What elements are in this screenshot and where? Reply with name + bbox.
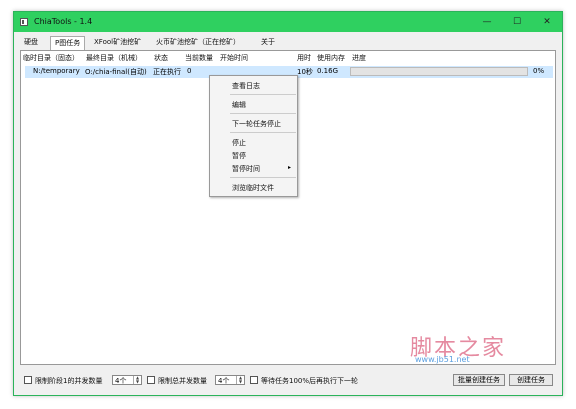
row-count: 0 — [187, 67, 192, 75]
menu-separator — [230, 132, 296, 133]
phase1-value: 4个 — [115, 377, 127, 385]
menu-pause[interactable]: 暂停 — [232, 151, 246, 161]
watermark-url: www.jb51.net — [415, 355, 470, 364]
row-temp-dir: N:/temporary — [33, 67, 80, 75]
phase1-stepper[interactable]: 4个 ▲ ▼ — [112, 375, 142, 385]
tab-bar: 硬盘 P图任务 XFool矿池挖矿 火币矿池挖矿（正在挖矿） 关于 — [14, 36, 562, 51]
limit-phase1-checkbox[interactable] — [24, 376, 32, 384]
col-final-dir[interactable]: 最终目录（机械） — [86, 53, 142, 63]
col-elapsed[interactable]: 用时 — [297, 53, 311, 63]
menu-pause-time[interactable]: 暂停时间 — [232, 164, 260, 174]
limit-total-label: 限制总并发数量 — [158, 377, 207, 385]
col-status[interactable]: 状态 — [154, 53, 168, 63]
tab-disk[interactable]: 硬盘 — [20, 36, 42, 49]
menu-separator — [230, 94, 296, 95]
menu-view-log[interactable]: 查看日志 — [232, 81, 260, 91]
tab-huobi-pool[interactable]: 火币矿池挖矿（正在挖矿） — [152, 36, 244, 49]
close-button[interactable]: ✕ — [532, 12, 562, 32]
col-memory[interactable]: 使用内存 — [317, 53, 345, 63]
tab-xfool-pool[interactable]: XFool矿池挖矿 — [90, 36, 145, 49]
row-status: 正在执行 — [153, 68, 181, 76]
menu-edit[interactable]: 编辑 — [232, 100, 246, 110]
total-value: 4个 — [218, 377, 230, 385]
window-title: ChiaTools - 1.4 — [34, 17, 93, 26]
submenu-arrow-icon: ▸ — [288, 164, 292, 171]
limit-total-checkbox[interactable] — [147, 376, 155, 384]
limit-phase1-label: 限制阶段1的并发数量 — [35, 377, 103, 385]
menu-browse-temp[interactable]: 浏览临时文件 — [232, 183, 274, 193]
tab-p-tasks[interactable]: P图任务 — [50, 36, 86, 51]
menu-separator — [230, 113, 296, 114]
batch-create-button[interactable]: 批量创建任务 — [453, 374, 505, 386]
create-task-button[interactable]: 创建任务 — [509, 374, 553, 386]
row-final-dir: O:/chia-final(自动) — [85, 68, 147, 76]
menu-stop[interactable]: 停止 — [232, 138, 246, 148]
stepper-arrows-icon[interactable]: ▲ ▼ — [133, 376, 141, 384]
col-start-time[interactable]: 开始时间 — [220, 53, 248, 63]
row-progress-text: 0% — [533, 67, 545, 75]
row-memory: 0.16G — [317, 67, 339, 75]
col-temp-dir[interactable]: 临时目录（固态） — [23, 53, 79, 63]
minimize-button[interactable]: — — [472, 12, 502, 32]
col-progress[interactable]: 进度 — [352, 53, 366, 63]
context-menu: 查看日志 编辑 下一轮任务停止 停止 暂停 暂停时间 ▸ 浏览临时文件 — [209, 75, 298, 197]
menu-stop-next-round[interactable]: 下一轮任务停止 — [232, 119, 281, 129]
app-icon — [20, 18, 28, 26]
col-count[interactable]: 当前数量 — [185, 53, 213, 63]
row-elapsed: 10秒 — [297, 68, 313, 76]
maximize-button[interactable]: ☐ — [502, 12, 532, 32]
wait-label: 等待任务100%后再执行下一轮 — [261, 377, 359, 385]
tab-about[interactable]: 关于 — [257, 36, 279, 49]
total-stepper[interactable]: 4个 ▲ ▼ — [215, 375, 245, 385]
title-bar: ChiaTools - 1.4 — ☐ ✕ — [14, 12, 562, 32]
menu-separator — [230, 177, 296, 178]
stepper-arrows-icon[interactable]: ▲ ▼ — [236, 376, 244, 384]
progress-bar — [350, 67, 528, 76]
wait-checkbox[interactable] — [250, 376, 258, 384]
